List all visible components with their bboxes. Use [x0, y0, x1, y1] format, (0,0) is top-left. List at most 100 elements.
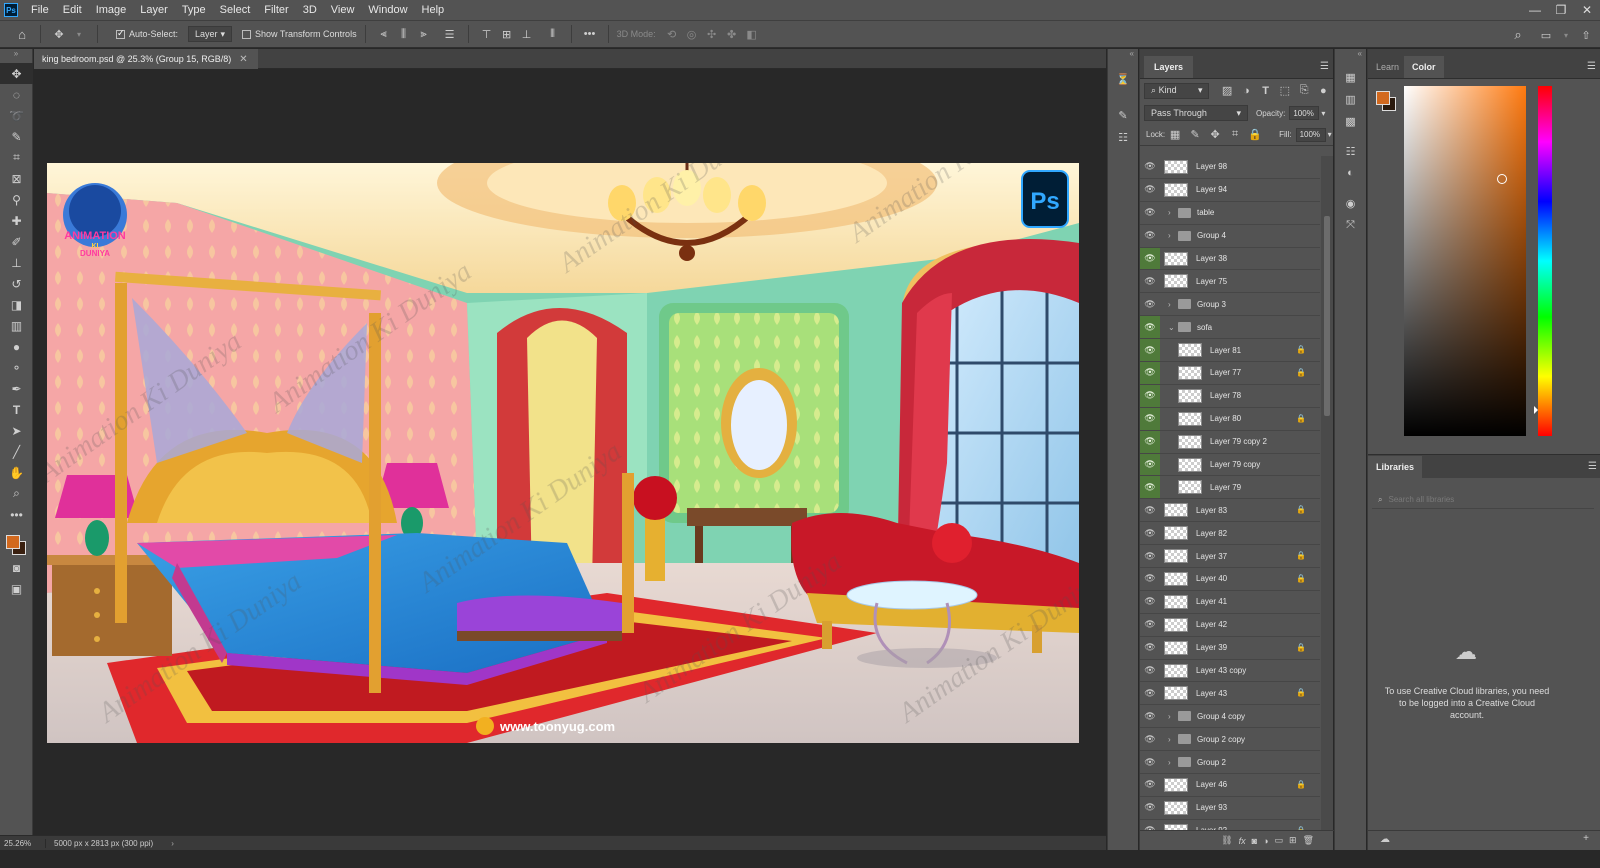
tab-color[interactable]: Color: [1404, 56, 1444, 78]
brush-settings-icon[interactable]: ✎: [1115, 107, 1131, 123]
quick-select-tool-icon[interactable]: ✎: [0, 126, 33, 147]
tab-learn[interactable]: Learn: [1368, 56, 1407, 78]
gradients-panel-icon[interactable]: ▥: [1343, 91, 1359, 107]
layer-row[interactable]: 👁 Layer 39 🔒: [1140, 637, 1320, 660]
chevron-down-icon[interactable]: ▾: [1328, 130, 1332, 139]
layer-row[interactable]: 👁 › Group 2: [1140, 751, 1320, 775]
layer-name[interactable]: Layer 43: [1196, 689, 1227, 698]
filter-toggle-icon[interactable]: ●: [1316, 83, 1331, 99]
layer-row[interactable]: 👁 Layer 81 🔒: [1140, 339, 1320, 363]
share-icon[interactable]: ⇧: [1578, 27, 1594, 43]
chevron-down-icon[interactable]: ▾: [1558, 27, 1574, 43]
layer-row[interactable]: 👁 Layer 40 🔒: [1140, 568, 1320, 591]
chevron-right-icon[interactable]: ›: [1168, 712, 1178, 721]
visibility-eye-icon[interactable]: 👁: [1140, 247, 1160, 270]
layer-row[interactable]: 👁 Layer 77 🔒: [1140, 362, 1320, 385]
shape-filter-icon[interactable]: ⬚: [1277, 83, 1292, 99]
layer-name[interactable]: Layer 77: [1210, 368, 1241, 377]
layer-row[interactable]: 👁 Layer 93: [1140, 797, 1320, 820]
layer-style-icon[interactable]: fx: [1239, 836, 1246, 846]
chevron-down-icon[interactable]: ▾: [71, 26, 87, 42]
color-picker-field[interactable]: [1404, 86, 1526, 436]
visibility-eye-icon[interactable]: 👁: [1140, 728, 1160, 750]
cloud-sync-icon[interactable]: ☁: [1380, 834, 1390, 845]
layer-name[interactable]: Layer 80: [1210, 414, 1241, 423]
menu-select[interactable]: Select: [213, 0, 258, 20]
visibility-eye-icon[interactable]: 👁: [1140, 591, 1160, 613]
panel-menu-icon[interactable]: ☰: [1320, 61, 1329, 72]
lock-all-icon[interactable]: 🔒: [1247, 127, 1263, 143]
layer-name[interactable]: Layer 79: [1210, 483, 1241, 492]
layer-row[interactable]: 👁 Layer 79 copy 2: [1140, 430, 1320, 454]
visibility-eye-icon[interactable]: 👁: [1140, 270, 1160, 292]
layer-row[interactable]: 👁Layer 92🔒: [1140, 820, 1320, 830]
chevron-down-icon[interactable]: ▾: [1321, 109, 1325, 118]
layer-row[interactable]: 👁 › Group 2 copy: [1140, 728, 1320, 752]
minimize-icon[interactable]: —: [1522, 0, 1548, 20]
visibility-eye-icon[interactable]: 👁: [1140, 407, 1160, 430]
auto-select-dropdown[interactable]: Layer ▾: [188, 26, 233, 42]
layers-scrollbar[interactable]: [1321, 156, 1333, 830]
marquee-tool-icon[interactable]: ◌: [0, 84, 33, 105]
foreground-color-swatch[interactable]: [6, 535, 20, 549]
dodge-tool-icon[interactable]: ⚬: [0, 357, 33, 378]
lock-artboard-icon[interactable]: ⌗: [1227, 127, 1243, 143]
layer-row[interactable]: 👁 › table: [1140, 202, 1320, 225]
eyedropper-tool-icon[interactable]: ⚲: [0, 189, 33, 210]
history-brush-tool-icon[interactable]: ↺: [0, 273, 33, 294]
eraser-tool-icon[interactable]: ◨: [0, 294, 33, 315]
libraries-search[interactable]: ⌕ Search all libraries: [1372, 491, 1594, 509]
pen-tool-icon[interactable]: ✒: [0, 378, 33, 399]
scale-3d-icon[interactable]: ◧: [744, 26, 760, 42]
chevron-right-icon[interactable]: ›: [1168, 300, 1178, 309]
delete-layer-icon[interactable]: 🗑: [1303, 835, 1314, 846]
layer-row[interactable]: 👁 Layer 83 🔒: [1140, 499, 1320, 523]
layer-name[interactable]: Group 3: [1197, 300, 1226, 309]
adjustment-filter-icon[interactable]: ◑: [1239, 83, 1254, 99]
align-top-icon[interactable]: ⊤: [479, 26, 495, 42]
pixel-filter-icon[interactable]: ▨: [1219, 83, 1234, 99]
visibility-eye-icon[interactable]: 👁: [1140, 705, 1160, 727]
visibility-eye-icon[interactable]: 👁: [1140, 499, 1160, 521]
visibility-eye-icon[interactable]: 👁: [1140, 682, 1160, 704]
align-bottom-icon[interactable]: ⊥: [519, 26, 535, 42]
adjustments-panel-icon[interactable]: ◐: [1343, 165, 1359, 181]
collapse-icon[interactable]: «: [1108, 49, 1138, 61]
align-left-icon[interactable]: ⫷: [376, 26, 392, 42]
move-tool-icon[interactable]: ✥: [0, 63, 33, 84]
layer-row[interactable]: 👁 Layer 41: [1140, 591, 1320, 614]
scrollbar-thumb[interactable]: [1324, 216, 1330, 416]
visibility-eye-icon[interactable]: 👁: [1140, 316, 1160, 339]
collapse-icon[interactable]: »: [0, 49, 32, 63]
crop-tool-icon[interactable]: ⌗: [0, 147, 33, 168]
color-swatches[interactable]: [0, 529, 32, 557]
slide-3d-icon[interactable]: ✤: [724, 26, 740, 42]
layer-row[interactable]: 👁 Layer 79 copy: [1140, 453, 1320, 477]
fill-field[interactable]: 100%: [1295, 127, 1326, 142]
align-center-icon[interactable]: ⫼: [396, 26, 412, 42]
layer-name[interactable]: Layer 40: [1196, 574, 1227, 583]
type-tool-icon[interactable]: T: [0, 399, 33, 420]
panel-menu-icon[interactable]: ☰: [1587, 61, 1596, 72]
chevron-right-icon[interactable]: ›: [1168, 758, 1178, 767]
visibility-eye-icon[interactable]: 👁: [1140, 614, 1160, 636]
layer-row[interactable]: 👁 › Group 4 copy: [1140, 705, 1320, 729]
layer-row[interactable]: 👁 › Group 3: [1140, 293, 1320, 317]
lock-pixels-icon[interactable]: ✎: [1187, 127, 1203, 143]
layer-name[interactable]: Layer 46: [1196, 780, 1227, 789]
filter-kind-dropdown[interactable]: ⌕ Kind ▾: [1144, 82, 1210, 99]
opacity-field[interactable]: 100%: [1289, 106, 1320, 120]
layer-row[interactable]: 👁 Layer 42: [1140, 614, 1320, 637]
properties-panel-icon[interactable]: ☷: [1343, 143, 1359, 159]
chevron-right-icon[interactable]: ›: [1168, 231, 1178, 240]
menu-layer[interactable]: Layer: [133, 0, 175, 20]
chevron-right-icon[interactable]: ›: [171, 839, 174, 848]
close-icon[interactable]: ✕: [1574, 0, 1600, 20]
layer-row[interactable]: 👁 Layer 37 🔒: [1140, 545, 1320, 569]
layer-name[interactable]: Layer 43 copy: [1196, 666, 1246, 675]
layer-row[interactable]: 👁 Layer 79: [1140, 476, 1320, 500]
collapse-icon[interactable]: «: [1335, 49, 1366, 61]
visibility-eye-icon[interactable]: 👁: [1140, 453, 1160, 476]
link-layers-icon[interactable]: ⛓: [1221, 835, 1232, 846]
clone-stamp-tool-icon[interactable]: ⊥: [0, 252, 33, 273]
